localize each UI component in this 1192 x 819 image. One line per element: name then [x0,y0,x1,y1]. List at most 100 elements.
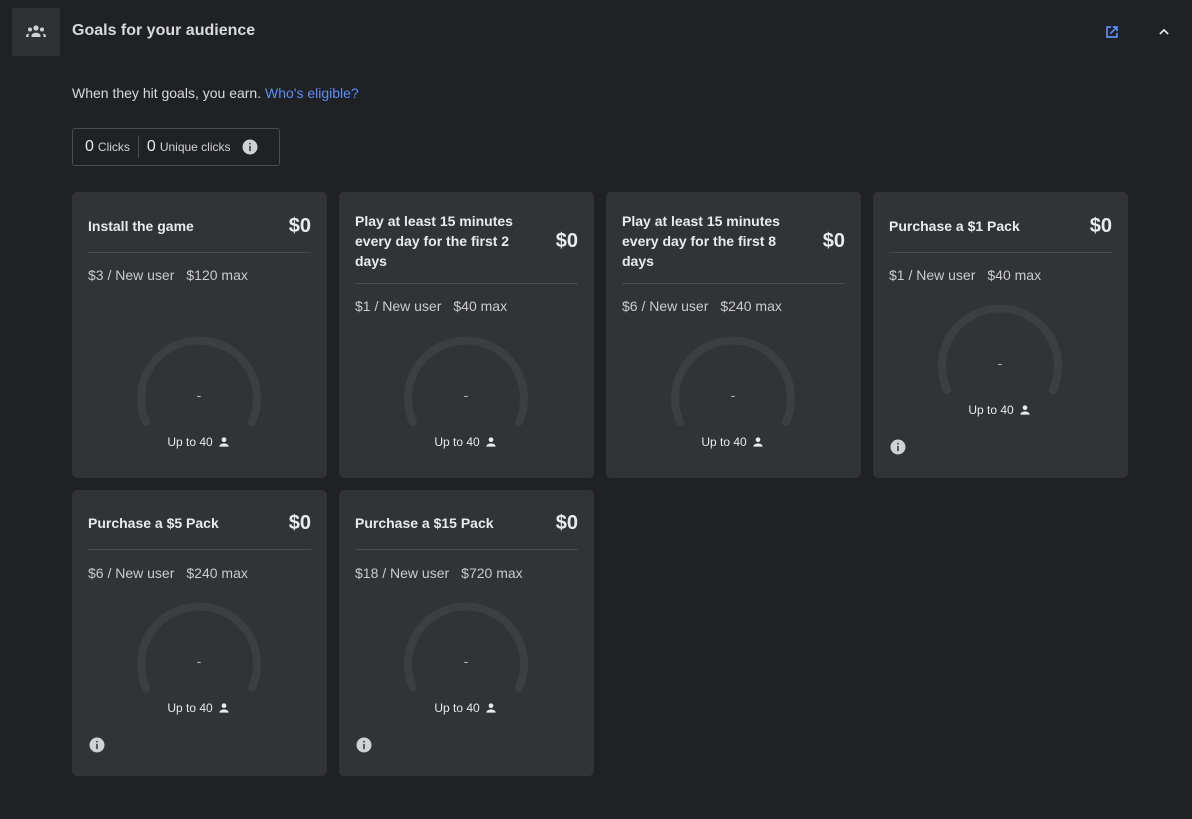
stats-divider [137,136,139,158]
goal-rate: $3 / New user $120 max [88,267,248,283]
goal-card: Play at least 15 minutes every day for t… [339,192,594,478]
goal-rate-max: $240 max [186,565,248,581]
goal-card-header: Play at least 15 minutes every day for t… [622,210,845,272]
goal-title: Play at least 15 minutes every day for t… [622,213,780,269]
audience-icon-box [12,8,60,56]
gauge-value: - [196,387,202,403]
goal-card: Install the game $0 $3 / New user $120 max -… [72,192,327,478]
gauge-caption: Up to 40 [134,435,264,449]
goal-rate: $18 / New user $720 max [355,565,523,581]
person-icon [486,437,496,447]
whos-eligible-link[interactable]: Who's eligible? [265,85,359,101]
gauge-caption-text: Up to 40 [968,403,1014,417]
click-stats: 0 Clicks 0 Unique clicks [72,128,280,166]
goal-title: Install the game [88,218,194,234]
gauge-value: - [196,653,202,669]
goal-rate-per-user: $1 / New user [889,267,976,283]
goal-rate: $6 / New user $240 max [88,565,248,581]
gauge-track [137,602,261,692]
gauge-caption-text: Up to 40 [434,435,480,449]
goal-divider [88,252,311,253]
person-icon [219,437,229,447]
goal-rate-per-user: $3 / New user [88,267,175,283]
goal-rate-max: $240 max [720,298,782,314]
goal-gauge [671,336,795,426]
goal-rate-max: $720 max [461,565,523,581]
clicks-label: Clicks [97,140,130,154]
info-icon[interactable] [241,138,259,156]
gauge-track [404,602,528,692]
goal-earned-amount: $0 [822,229,845,252]
goal-divider [889,252,1112,253]
goal-gauge [404,336,528,426]
description-text: When they hit goals, you earn. [72,85,262,101]
goal-card-header: Purchase a $15 Pack $0 [355,508,578,538]
goal-card-header: Purchase a $5 Pack $0 [88,508,311,538]
goal-title: Purchase a $15 Pack [355,515,494,531]
gauge-caption: Up to 40 [134,701,264,715]
goal-card-header: Purchase a $1 Pack $0 [889,210,1112,242]
goal-card: Play at least 15 minutes every day for t… [606,192,861,478]
goal-gauge [404,602,528,692]
goal-earned-amount: $0 [288,511,311,534]
goal-gauge [137,336,261,426]
goal-title: Purchase a $1 Pack [889,218,1020,234]
info-icon[interactable] [88,736,106,754]
goal-rate-per-user: $18 / New user [355,565,450,581]
goal-rate-max: $120 max [186,267,248,283]
clicks-value: 0 [85,138,94,155]
gauge-track [938,304,1062,394]
goal-gauge [938,304,1062,394]
goals-description: When they hit goals, you earn. Who's eli… [72,85,359,101]
gauge-caption: Up to 40 [935,403,1065,417]
info-icon[interactable] [355,736,373,754]
goal-title: Play at least 15 minutes every day for t… [355,213,513,269]
person-icon [753,437,763,447]
goal-card: Purchase a $15 Pack $0 $18 / New user $720 … [339,490,594,776]
unique-clicks-value: 0 [146,138,156,155]
goal-card-header: Play at least 15 minutes every day for t… [355,210,578,272]
person-icon [486,703,496,713]
gauge-value: - [463,387,469,403]
goal-rate: $1 / New user $40 max [355,298,507,314]
gauge-caption: Up to 40 [401,701,531,715]
person-icon [219,703,229,713]
goal-rate-per-user: $1 / New user [355,298,442,314]
goal-card: Purchase a $1 Pack $0 $1 / New user $40 max… [873,192,1128,478]
goal-earned-amount: $0 [1089,214,1112,237]
gauge-caption: Up to 40 [401,435,531,449]
goal-divider [88,549,311,550]
gauge-caption-text: Up to 40 [167,435,213,449]
goal-card-header: Install the game $0 [88,210,311,242]
gauge-value: - [730,387,736,403]
goal-rate: $1 / New user $40 max [889,267,1041,283]
gauge-caption: Up to 40 [668,435,798,449]
goal-divider [355,549,578,550]
goal-card: Purchase a $5 Pack $0 $6 / New user $240 ma… [72,490,327,776]
goal-gauge [137,602,261,692]
gauge-caption-text: Up to 40 [701,435,747,449]
audience-group-icon [26,25,46,37]
goal-divider [355,283,578,284]
goal-title: Purchase a $5 Pack [88,515,219,531]
goal-divider [622,283,845,284]
unique-clicks-label: Unique clicks [159,140,231,154]
goal-earned-amount: $0 [555,511,578,534]
goal-rate-per-user: $6 / New user [622,298,709,314]
goal-earned-amount: $0 [555,229,578,252]
goal-rate-per-user: $6 / New user [88,565,175,581]
goal-rate: $6 / New user $240 max [622,298,782,314]
info-icon[interactable] [889,438,907,456]
goal-rate-max: $40 max [453,298,508,314]
goal-rate-max: $40 max [987,267,1042,283]
gauge-track [671,336,795,426]
gauge-track [404,336,528,426]
gauge-caption-text: Up to 40 [167,701,213,715]
section-title: Goals for your audience [72,22,256,39]
gauge-value: - [997,355,1003,371]
gauge-track [137,336,261,426]
gauge-caption-text: Up to 40 [434,701,480,715]
open-in-new-icon[interactable] [1102,22,1122,42]
person-icon [1020,405,1030,415]
chevron-up-icon[interactable] [1154,22,1174,42]
